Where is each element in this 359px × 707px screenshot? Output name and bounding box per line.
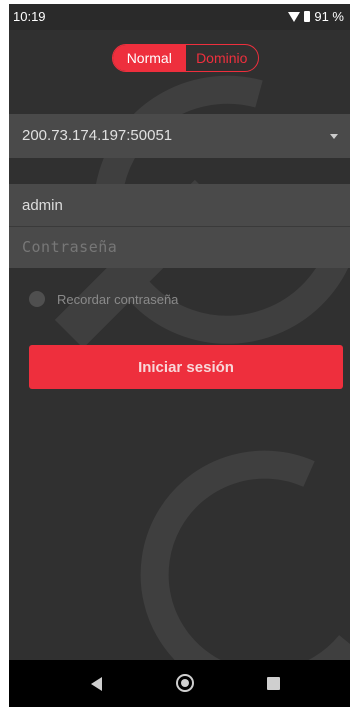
recent-apps-icon[interactable] bbox=[267, 677, 280, 690]
device-frame: 10:19 91 % Normal Dominio 200.73.174.197… bbox=[0, 0, 359, 707]
login-mode-toggle: Normal Dominio bbox=[112, 44, 259, 72]
chevron-down-icon[interactable] bbox=[330, 134, 338, 139]
remember-label: Recordar contraseña bbox=[57, 291, 179, 307]
app-screen: 10:19 91 % Normal Dominio 200.73.174.197… bbox=[9, 4, 350, 660]
wifi-icon bbox=[288, 11, 301, 22]
password-field-container bbox=[9, 226, 350, 268]
password-field[interactable] bbox=[9, 227, 350, 268]
back-icon[interactable] bbox=[91, 677, 102, 691]
battery-percent: 91 % bbox=[314, 9, 344, 24]
battery-icon bbox=[304, 11, 311, 22]
login-button[interactable]: Iniciar sesión bbox=[29, 345, 343, 389]
mode-domain-button[interactable]: Dominio bbox=[186, 45, 259, 71]
watermark-logo bbox=[54, 75, 350, 660]
server-value: 200.73.174.197:50051 bbox=[22, 127, 173, 144]
status-right: 91 % bbox=[288, 9, 344, 24]
username-field-container bbox=[9, 184, 350, 226]
status-bar: 10:19 91 % bbox=[9, 4, 350, 30]
server-select[interactable]: 200.73.174.197:50051 bbox=[9, 114, 350, 158]
system-nav-bar bbox=[9, 660, 350, 707]
remember-password-row[interactable]: Recordar contraseña bbox=[29, 291, 178, 307]
mode-normal-button[interactable]: Normal bbox=[113, 45, 186, 71]
home-icon[interactable] bbox=[176, 674, 194, 692]
remember-radio[interactable] bbox=[29, 291, 45, 307]
username-field[interactable] bbox=[9, 184, 350, 226]
status-time: 10:19 bbox=[13, 9, 46, 24]
